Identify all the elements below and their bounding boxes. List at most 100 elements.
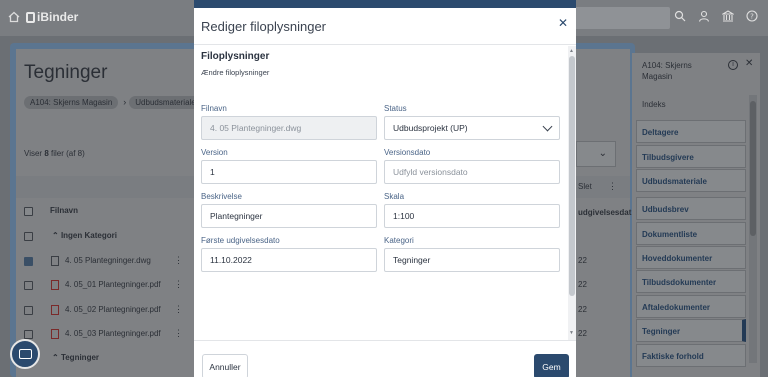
scroll-up-icon[interactable]: ▲ xyxy=(569,48,574,54)
table-row[interactable]: 4. 05_01 Plantegninger.pdf ⋮ xyxy=(16,274,194,298)
table-row[interactable]: 4. 05_02 Plantegninger.pdf ⋮ xyxy=(16,299,194,323)
row-menu-icon[interactable]: ⋮ xyxy=(174,255,183,266)
save-button[interactable]: Gem xyxy=(534,354,569,377)
svg-text:?: ? xyxy=(750,13,754,21)
side-item-tilbudsgivere[interactable]: Tilbudsgivere xyxy=(636,145,746,168)
row-checkbox[interactable] xyxy=(24,281,33,290)
row-menu-icon[interactable]: ⋮ xyxy=(174,304,183,315)
filename-label: Filnavn xyxy=(201,104,227,113)
column-published: udgivelsesdat xyxy=(578,208,632,217)
side-item-udbudsmateriale[interactable]: Udbudsmateriale xyxy=(636,169,746,192)
group-row[interactable]: ⌃ Ingen Kategori xyxy=(16,225,194,249)
breadcrumb: A104: Skjerns Magasin › Udbudsmateriale xyxy=(24,96,204,110)
pdf-file-icon xyxy=(51,305,59,315)
side-panel-title: A104: Skjerns Magasin xyxy=(642,61,692,81)
view-select[interactable]: ⌄ xyxy=(576,141,616,167)
published-value: 22 xyxy=(578,329,587,338)
category-label: Kategori xyxy=(384,236,414,245)
row-checkbox[interactable] xyxy=(24,306,33,315)
pdf-file-icon xyxy=(51,280,59,290)
version-label: Version xyxy=(201,148,228,157)
chevron-down-icon xyxy=(542,121,553,132)
description-label: Beskrivelse xyxy=(201,192,242,201)
column-menu-icon[interactable]: ⋮ xyxy=(608,181,617,192)
section-subtitle: Ændre filoplysninger xyxy=(201,68,270,77)
info-icon[interactable]: i xyxy=(728,60,738,70)
breadcrumb-item[interactable]: A104: Skjerns Magasin xyxy=(24,96,119,109)
group-row[interactable]: ⌃ Tegninger xyxy=(16,347,194,371)
file-name[interactable]: 4. 05_02 Plantegninger.pdf xyxy=(65,305,161,314)
side-item-tegninger[interactable]: Tegninger xyxy=(636,319,746,342)
file-name[interactable]: 4. 05_03 Plantegninger.pdf xyxy=(65,329,161,338)
scroll-down-icon[interactable]: ▼ xyxy=(569,330,574,336)
search-field[interactable] xyxy=(570,7,670,29)
published-value: 22 xyxy=(578,305,587,314)
chevron-right-icon: › xyxy=(123,97,127,107)
close-icon[interactable]: ✕ xyxy=(558,16,568,30)
column-filename: Filnavn xyxy=(50,206,79,215)
status-select[interactable]: Udbudsprojekt (UP) xyxy=(384,116,560,140)
dialog-header: Rediger filoplysninger ✕ xyxy=(194,8,576,45)
chevron-down-icon: ⌄ xyxy=(598,148,607,159)
dialog-footer: Annuller Gem xyxy=(194,340,576,377)
row-checkbox[interactable] xyxy=(24,330,33,339)
breadcrumb-item[interactable]: Udbudsmateriale xyxy=(129,96,202,109)
file-name[interactable]: 4. 05 Plantegninger.dwg xyxy=(65,256,151,265)
row-checkbox[interactable] xyxy=(24,257,33,266)
group-checkbox[interactable] xyxy=(24,232,33,241)
category-field[interactable]: Tegninger xyxy=(384,248,560,272)
scrollbar-thumb[interactable] xyxy=(750,101,756,236)
table-row[interactable]: 4. 05_03 Plantegninger.pdf ⋮ xyxy=(16,323,194,347)
side-item-tilbudsdokumenter[interactable]: Tilbudsdokumenter xyxy=(636,270,746,293)
bank-icon[interactable] xyxy=(719,9,737,27)
first-published-label: Første udgivelsesdato xyxy=(201,236,280,245)
first-published-field[interactable]: 11.10.2022 xyxy=(201,248,377,272)
file-icon xyxy=(51,256,59,266)
scale-label: Skala xyxy=(384,192,405,201)
published-value: 22 xyxy=(578,256,587,265)
edit-file-dialog: Rediger filoplysninger ✕ Filoplysninger … xyxy=(194,0,576,377)
scrollbar-thumb[interactable] xyxy=(569,56,575,296)
version-field[interactable]: 1 xyxy=(201,160,377,184)
dialog-title: Rediger filoplysninger xyxy=(201,19,327,34)
close-icon[interactable]: ✕ xyxy=(745,58,753,69)
side-scrollbar[interactable] xyxy=(749,95,757,363)
filename-field: 4. 05 Plantegninger.dwg xyxy=(201,116,377,140)
cancel-button[interactable]: Annuller xyxy=(202,354,248,377)
group-label: ⌃ Tegninger xyxy=(52,353,100,362)
group-label: ⌃ Ingen Kategori xyxy=(52,231,117,240)
side-item-deltagere[interactable]: Deltagere xyxy=(636,120,746,143)
home-icon[interactable] xyxy=(8,11,20,23)
row-menu-icon[interactable]: ⋮ xyxy=(174,328,183,339)
ibinder-logo[interactable]: iBinder xyxy=(26,10,78,24)
chat-button[interactable] xyxy=(10,339,40,369)
dialog-scrollbar[interactable]: ▲ ▼ xyxy=(568,46,576,340)
version-date-field[interactable] xyxy=(384,160,560,184)
user-icon[interactable] xyxy=(695,9,713,27)
table-row[interactable]: 4. 05 Plantegninger.dwg ⋮ xyxy=(16,250,194,274)
page-title: Tegninger xyxy=(24,62,108,83)
row-menu-icon[interactable]: ⋮ xyxy=(174,279,183,290)
select-all-checkbox[interactable] xyxy=(24,207,33,216)
column-delete: Slet xyxy=(578,182,592,191)
search-icon[interactable] xyxy=(671,9,689,27)
table-header-row: Filnavn xyxy=(16,200,194,224)
section-title: Filoplysninger xyxy=(201,51,270,62)
side-item-hoveddokumenter[interactable]: Hoveddokumenter xyxy=(636,246,746,269)
description-field[interactable]: Plantegninger xyxy=(201,204,377,228)
version-date-label: Versionsdato xyxy=(384,148,431,157)
dialog-body: Filoplysninger Ændre filoplysninger Filn… xyxy=(194,46,568,340)
help-icon[interactable]: ? xyxy=(743,9,761,27)
published-value: 22 xyxy=(578,280,587,289)
chat-icon xyxy=(19,349,32,359)
side-item-udbudsbrev[interactable]: Udbudsbrev xyxy=(636,197,746,220)
side-item-dokumentliste[interactable]: Dokumentliste xyxy=(636,222,746,245)
file-name[interactable]: 4. 05_01 Plantegninger.pdf xyxy=(65,280,161,289)
file-count: Viser 8 filer (af 8) xyxy=(24,149,85,158)
status-value: Udbudsprojekt (UP) xyxy=(393,123,468,133)
index-label: Indeks xyxy=(642,100,666,109)
scale-field[interactable]: 1:100 xyxy=(384,204,560,228)
status-label: Status xyxy=(384,104,407,113)
side-item-faktiske-forhold[interactable]: Faktiske forhold xyxy=(636,344,746,367)
side-item-aftaledokumenter[interactable]: Aftaledokumenter xyxy=(636,295,746,318)
